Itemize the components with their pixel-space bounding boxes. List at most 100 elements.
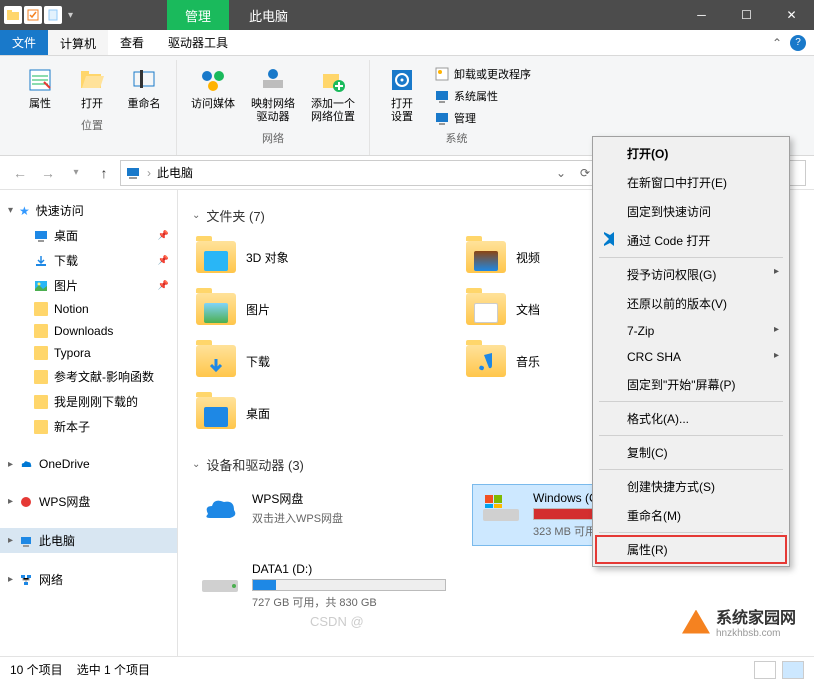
chevron-down-icon: ⌄ [192,459,200,470]
sidebar-wps[interactable]: ▸WPS网盘 [0,489,177,514]
sidebar-downloads[interactable]: 下载📌 [0,248,177,273]
sysprops-button[interactable]: 系统属性 [430,86,535,106]
folder-3d[interactable]: 3D 对象 [192,235,432,279]
ctx-copy[interactable]: 复制(C) [595,438,787,467]
open-settings-button[interactable]: 打开 设置 [378,60,426,128]
ctx-restore-prev[interactable]: 还原以前的版本(V) [595,289,787,318]
back-button[interactable]: ← [8,161,32,185]
pc-icon [19,534,33,548]
titlebar: ▾ 管理 此电脑 ─ ☐ ✕ [0,0,814,30]
menu-bar: 文件 计算机 查看 驱动器工具 ⌃ ? [0,30,814,56]
rename-button[interactable]: 重命名 [120,60,168,115]
menu-view[interactable]: 查看 [108,30,156,55]
group-label-location: 位置 [81,115,103,137]
sidebar-recent-dl[interactable]: 我是刚刚下载的 [0,389,177,414]
disk-icon [198,562,242,598]
ctx-open-code[interactable]: 通过 Code 打开 [595,226,787,255]
separator [599,469,783,470]
folder-icon[interactable] [4,6,22,24]
ctx-pin-start[interactable]: 固定到"开始"屏幕(P) [595,370,787,399]
map-drive-button[interactable]: 映射网络 驱动器 [245,60,301,128]
ctx-open-new[interactable]: 在新窗口中打开(E) [595,168,787,197]
separator [599,257,783,258]
manage-tab[interactable]: 管理 [167,0,229,30]
add-netloc-button[interactable]: 添加一个 网络位置 [305,60,361,128]
menu-computer[interactable]: 计算机 [48,30,108,55]
folder-icon [34,324,48,338]
ctx-crcsha[interactable]: CRC SHA [595,344,787,370]
download-icon [34,254,48,268]
sidebar-quick-access[interactable]: ▾★快速访问 [0,198,177,223]
maximize-button[interactable]: ☐ [724,0,769,30]
ribbon-group-location: 属性 打开 重命名 位置 [8,60,177,155]
properties-button[interactable]: 属性 [16,60,64,115]
sidebar-ref[interactable]: 参考文献-影响函数 [0,364,177,389]
ctx-pin-quick[interactable]: 固定到快速访问 [595,197,787,226]
folder-pics[interactable]: 图片 [192,287,432,331]
details-view-button[interactable] [754,661,776,679]
ctx-properties[interactable]: 属性(R) [595,535,787,564]
folder-desktop[interactable]: 桌面 [192,391,432,435]
address-dropdown-icon[interactable]: ⌄ [549,166,573,180]
sidebar-downloads-en[interactable]: Downloads [0,320,177,342]
sidebar-this-pc[interactable]: ▸此电脑 [0,528,177,553]
desktop-icon [34,229,48,243]
onedrive-icon [19,457,33,471]
ctx-shortcut[interactable]: 创建快捷方式(S) [595,472,787,501]
house-icon [682,610,710,634]
qat-dropdown-icon[interactable]: ▾ [68,10,73,21]
checkbox-icon[interactable] [24,6,42,24]
menu-drive-tools[interactable]: 驱动器工具 [156,30,240,55]
uninstall-button[interactable]: 卸载或更改程序 [430,64,535,84]
ribbon-group-network: 访问媒体 映射网络 驱动器 添加一个 网络位置 网络 [177,60,370,155]
folder-icon [34,420,48,434]
selected-count: 选中 1 个项目 [77,661,150,678]
pin-icon: 📌 [158,280,169,291]
ctx-7zip[interactable]: 7-Zip [595,318,787,344]
drive-wps[interactable]: WPS网盘双击进入WPS网盘 [192,484,452,546]
sidebar-pictures[interactable]: 图片📌 [0,273,177,298]
collapse-ribbon-icon[interactable]: ⌃ [772,36,782,50]
ctx-open[interactable]: 打开(O) [595,139,787,168]
recent-dropdown[interactable]: ▾ [64,161,88,185]
sidebar-newbook[interactable]: 新本子 [0,414,177,439]
separator [599,532,783,533]
menu-file[interactable]: 文件 [0,30,48,55]
ctx-rename[interactable]: 重命名(M) [595,501,787,530]
folder-dl[interactable]: 下载 [192,339,432,383]
close-button[interactable]: ✕ [769,0,814,30]
open-button[interactable]: 打开 [68,60,116,115]
folder-icon [34,370,48,384]
sidebar: ▾★快速访问 桌面📌 下载📌 图片📌 Notion Downloads Typo… [0,190,178,656]
manage-button[interactable]: 管理 [430,108,535,128]
tiles-view-button[interactable] [782,661,804,679]
status-bar: 10 个项目 选中 1 个项目 [0,656,814,682]
folder-icon [34,395,48,409]
forward-button: → [36,161,60,185]
group-label-network: 网络 [262,128,284,150]
sidebar-onedrive[interactable]: ▸OneDrive [0,453,177,475]
ctx-format[interactable]: 格式化(A)... [595,404,787,433]
access-media-button[interactable]: 访问媒体 [185,60,241,115]
window-controls: ─ ☐ ✕ [679,0,814,30]
pictures-icon [34,279,48,293]
site-watermark: 系统家园网 hnzkhbsb.com [682,604,796,639]
wps-icon [19,495,33,509]
location-text: 此电脑 [157,164,193,181]
minimize-button[interactable]: ─ [679,0,724,30]
help-icon[interactable]: ? [790,35,806,51]
file-icon[interactable] [44,6,62,24]
vscode-icon [601,230,619,248]
sidebar-network[interactable]: ▸网络 [0,567,177,592]
window-title: 此电脑 [229,6,679,25]
up-button[interactable]: ↑ [92,161,116,185]
sidebar-typora[interactable]: Typora [0,342,177,364]
item-count: 10 个项目 [10,661,63,678]
quick-access-toolbar: ▾ [0,6,77,24]
sidebar-desktop[interactable]: 桌面📌 [0,223,177,248]
address-bar[interactable]: › 此电脑 ⌄ ⟳ [120,160,602,186]
drive-d[interactable]: DATA1 (D:)727 GB 可用，共 830 GB [192,556,452,616]
ctx-grant-access[interactable]: 授予访问权限(G) [595,260,787,289]
wps-cloud-icon [198,490,242,526]
sidebar-notion[interactable]: Notion [0,298,177,320]
